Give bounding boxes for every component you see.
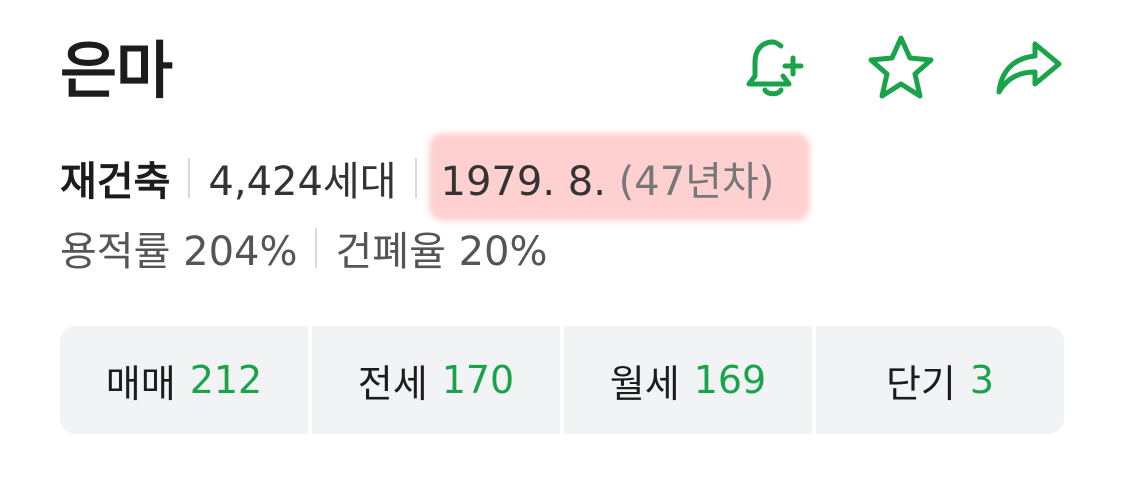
divider bbox=[188, 158, 191, 198]
favorite-button[interactable] bbox=[863, 30, 939, 106]
tab-label: 매매 bbox=[105, 361, 176, 406]
tab-count: 169 bbox=[693, 358, 767, 402]
complex-type: 재건축 bbox=[60, 159, 171, 205]
action-bar bbox=[735, 30, 1067, 106]
tab-count: 170 bbox=[441, 358, 515, 402]
share-arrow-icon bbox=[996, 41, 1062, 95]
tab-count: 212 bbox=[189, 358, 263, 402]
tab-label: 단기 bbox=[885, 361, 956, 406]
complex-title: 은마 bbox=[60, 34, 173, 107]
complex-summary: 은마 재건축 4,424세대 1979. 8. (47년차) 용적률 204% … bbox=[0, 0, 1125, 481]
building-coverage-ratio: 건폐율 20% bbox=[335, 229, 548, 275]
tab-label: 전세 bbox=[357, 361, 428, 406]
notify-button[interactable] bbox=[735, 30, 811, 106]
share-button[interactable] bbox=[991, 30, 1067, 106]
built-date: 1979. 8. bbox=[440, 159, 606, 205]
divider bbox=[315, 228, 318, 268]
building-age: (47년차) bbox=[618, 159, 775, 205]
floor-area-ratio: 용적률 204% bbox=[60, 229, 298, 275]
tab-sale[interactable]: 매매 212 bbox=[60, 326, 308, 434]
listing-type-tabs: 매매 212 전세 170 월세 169 단기 3 bbox=[60, 326, 1064, 434]
ratio-row: 용적률 204% 건폐율 20% bbox=[60, 218, 548, 278]
bell-plus-icon bbox=[746, 39, 804, 97]
divider bbox=[414, 158, 417, 198]
complex-info-row: 재건축 4,424세대 1979. 8. (47년차) bbox=[60, 150, 780, 206]
built-date-highlight: 1979. 8. (47년차) bbox=[435, 149, 781, 207]
household-count: 4,424세대 bbox=[208, 159, 397, 205]
tab-count: 3 bbox=[969, 358, 995, 402]
star-icon bbox=[868, 35, 934, 99]
tab-short-term[interactable]: 단기 3 bbox=[816, 326, 1064, 434]
tab-label: 월세 bbox=[609, 361, 680, 406]
tab-jeonse[interactable]: 전세 170 bbox=[312, 326, 560, 434]
tab-monthly-rent[interactable]: 월세 169 bbox=[564, 326, 812, 434]
